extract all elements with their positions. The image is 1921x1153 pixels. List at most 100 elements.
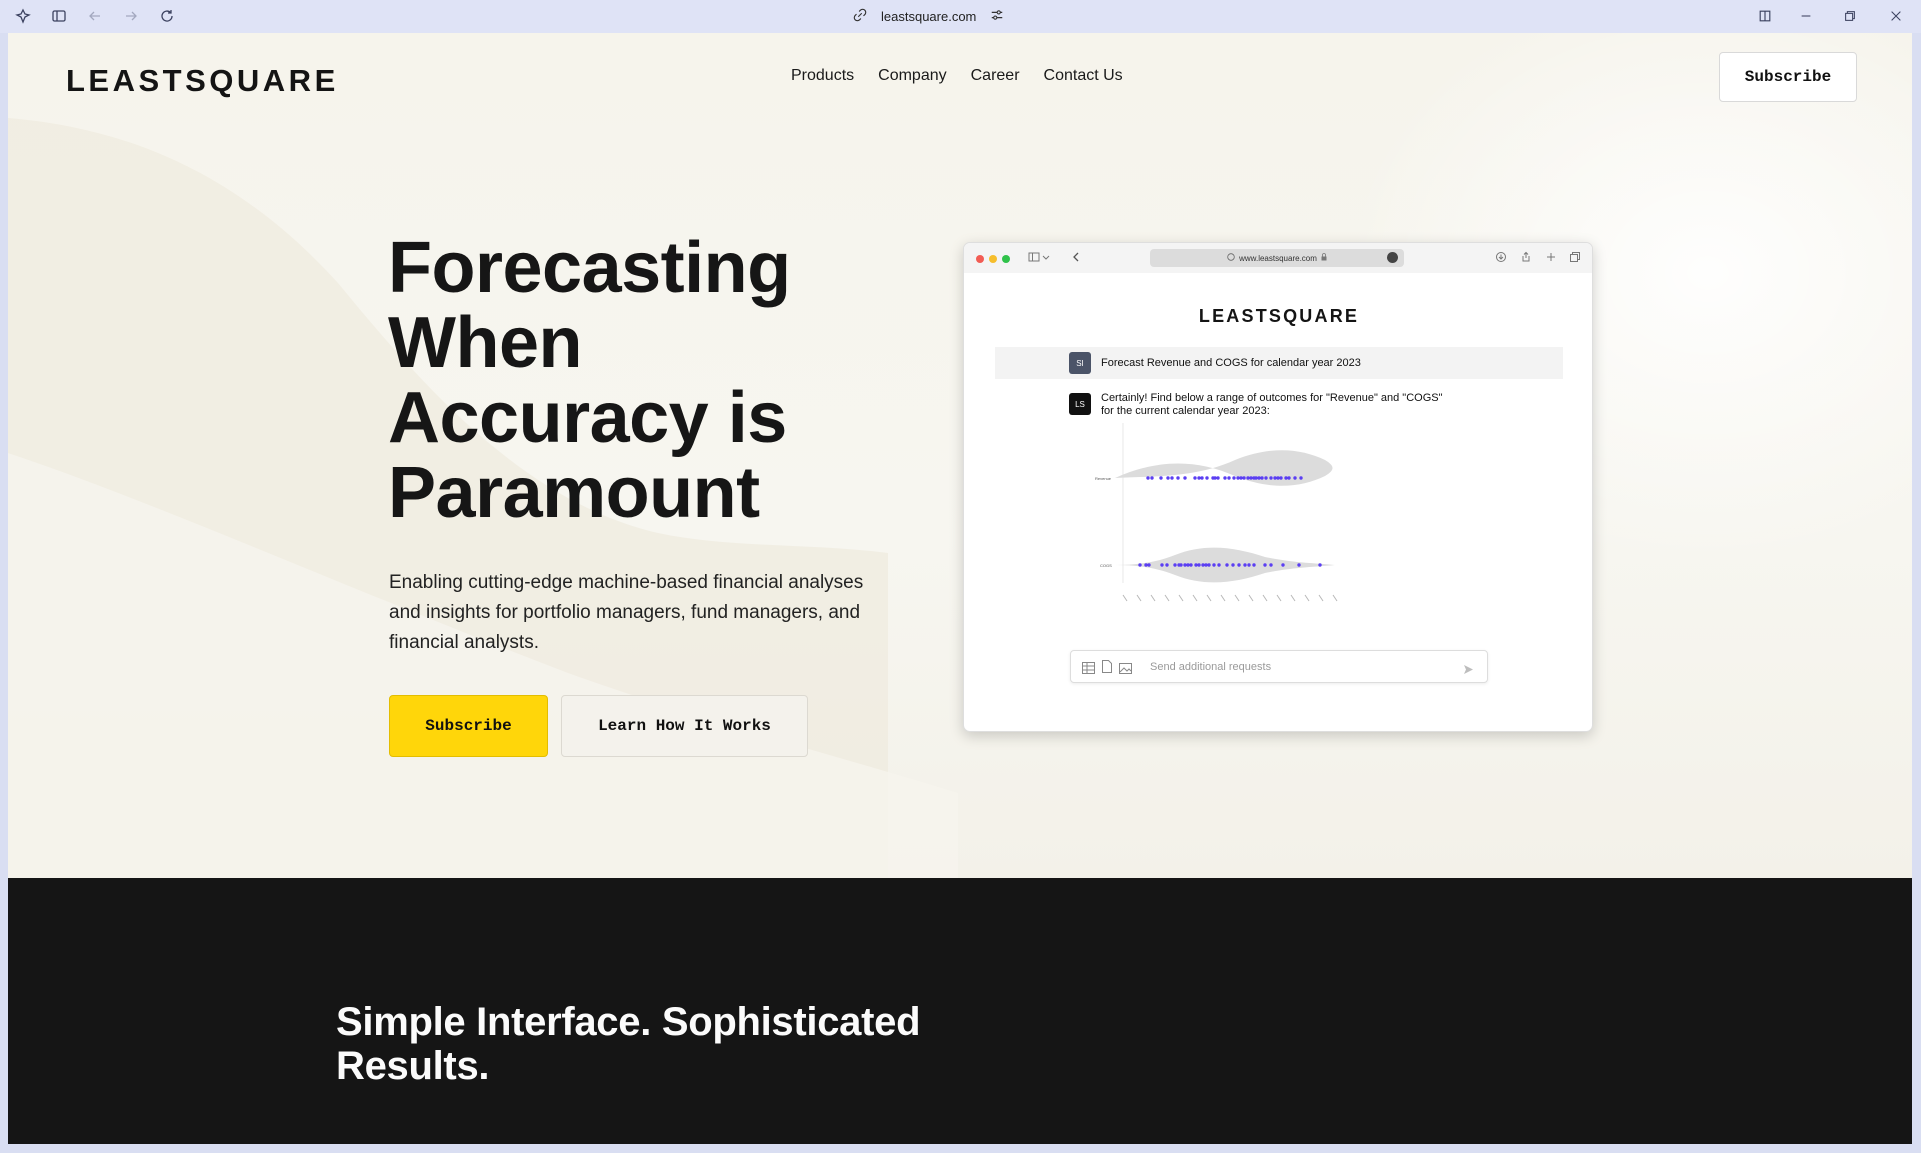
user-message-text: Forecast Revenue and COGS for calendar y… bbox=[1101, 357, 1361, 369]
browser-toolbar: leastsquare.com bbox=[0, 0, 1921, 33]
revenue-dot bbox=[1166, 476, 1170, 480]
split-view-icon[interactable] bbox=[1756, 7, 1774, 25]
cogs-dot bbox=[1263, 563, 1267, 567]
cogs-dot bbox=[1237, 563, 1241, 567]
revenue-dot bbox=[1170, 476, 1174, 480]
cogs-dot bbox=[1201, 563, 1205, 567]
site-settings-icon[interactable] bbox=[990, 8, 1004, 25]
revenue-row-label: Revenue bbox=[1095, 476, 1112, 481]
cogs-dot bbox=[1281, 563, 1285, 567]
request-input[interactable]: Send additional requests bbox=[1070, 650, 1488, 683]
revenue-dot bbox=[1293, 476, 1297, 480]
nav-products[interactable]: Products bbox=[791, 65, 854, 87]
table-icon[interactable] bbox=[1082, 661, 1095, 679]
revenue-dot bbox=[1232, 476, 1236, 480]
headline-line-2: When bbox=[388, 303, 582, 383]
x-ticks bbox=[1122, 594, 1338, 602]
headline-line-1: Forecasting bbox=[388, 228, 791, 308]
user-avatar: SI bbox=[1069, 352, 1091, 374]
x-tick-mark bbox=[1122, 594, 1128, 602]
restore-icon[interactable] bbox=[1841, 7, 1859, 25]
x-tick-mark bbox=[1290, 594, 1296, 602]
cogs-dot bbox=[1225, 563, 1229, 567]
section-heading-line-1: Simple Interface. Sophisticated bbox=[336, 1000, 921, 1044]
x-tick-mark bbox=[1136, 594, 1142, 602]
x-tick-mark bbox=[1164, 594, 1170, 602]
forward-icon[interactable] bbox=[122, 7, 140, 25]
cogs-dot bbox=[1269, 563, 1273, 567]
assistant-message-line-1: Certainly! Find below a range of outcome… bbox=[1101, 392, 1443, 404]
mock-url-text: www.leastsquare.com bbox=[1239, 253, 1317, 263]
send-icon[interactable] bbox=[1463, 662, 1474, 680]
mock-share-icon bbox=[1520, 251, 1532, 263]
revenue-dot bbox=[1260, 476, 1264, 480]
nav-career[interactable]: Career bbox=[971, 65, 1020, 87]
learn-how-it-works-button[interactable]: Learn How It Works bbox=[561, 695, 808, 757]
revenue-dot bbox=[1284, 476, 1288, 480]
revenue-dot bbox=[1279, 476, 1283, 480]
revenue-dot bbox=[1287, 476, 1291, 480]
mock-back-icon bbox=[1070, 251, 1082, 263]
image-icon[interactable] bbox=[1119, 661, 1132, 679]
mock-tabs-icon bbox=[1569, 251, 1581, 263]
app-menu-icon[interactable] bbox=[14, 7, 32, 25]
minimize-icon[interactable] bbox=[1797, 7, 1815, 25]
hero-description: Enabling cutting-edge machine-based fina… bbox=[389, 572, 864, 653]
cogs-dot bbox=[1252, 563, 1256, 567]
cogs-dot bbox=[1186, 563, 1190, 567]
cogs-dot bbox=[1194, 563, 1198, 567]
revenue-dot bbox=[1246, 476, 1250, 480]
revenue-dot bbox=[1150, 476, 1154, 480]
revenue-dot bbox=[1159, 476, 1163, 480]
site-logo[interactable]: LEASTSQUARE bbox=[66, 63, 339, 99]
revenue-dot bbox=[1249, 476, 1253, 480]
x-tick-mark bbox=[1220, 594, 1226, 602]
reload-icon[interactable] bbox=[158, 7, 176, 25]
sidebar-icon[interactable] bbox=[50, 7, 68, 25]
document-icon[interactable] bbox=[1102, 660, 1112, 678]
cogs-dot bbox=[1189, 563, 1193, 567]
cogs-dot bbox=[1247, 563, 1251, 567]
request-input-placeholder: Send additional requests bbox=[1150, 661, 1272, 673]
cogs-dot bbox=[1217, 563, 1221, 567]
mock-chevron-down-icon bbox=[1040, 251, 1052, 263]
features-section: Simple Interface. Sophisticated Results. bbox=[8, 878, 1912, 1144]
mock-new-tab-icon bbox=[1545, 251, 1557, 263]
hero-subscribe-button[interactable]: Subscribe bbox=[389, 695, 548, 757]
address-bar[interactable]: leastsquare.com bbox=[853, 6, 1004, 26]
hero-headline: Forecasting When Accuracy is Paramount bbox=[388, 231, 858, 531]
cogs-dot bbox=[1207, 563, 1211, 567]
cogs-dot bbox=[1318, 563, 1322, 567]
x-tick-mark bbox=[1262, 594, 1268, 602]
x-tick-mark bbox=[1178, 594, 1184, 602]
cogs-dot bbox=[1173, 563, 1177, 567]
mock-minimize-dot bbox=[989, 255, 997, 263]
headline-line-4: Paramount bbox=[388, 453, 760, 533]
revenue-dot bbox=[1213, 476, 1217, 480]
revenue-dot bbox=[1236, 476, 1240, 480]
cogs-dot bbox=[1138, 563, 1142, 567]
back-icon[interactable] bbox=[86, 7, 104, 25]
revenue-dot bbox=[1264, 476, 1268, 480]
nav-company[interactable]: Company bbox=[878, 65, 946, 87]
revenue-dot bbox=[1146, 476, 1150, 480]
web-page: LEASTSQUARE Products Company Career Cont… bbox=[8, 33, 1912, 1144]
close-icon[interactable] bbox=[1887, 7, 1905, 25]
header-subscribe-button[interactable]: Subscribe bbox=[1719, 52, 1857, 102]
revenue-dot bbox=[1269, 476, 1273, 480]
nav-contact-us[interactable]: Contact Us bbox=[1044, 65, 1123, 87]
x-tick-mark bbox=[1332, 594, 1338, 602]
revenue-dot bbox=[1176, 476, 1180, 480]
cogs-dot bbox=[1243, 563, 1247, 567]
revenue-dot bbox=[1197, 476, 1201, 480]
mock-globe-icon bbox=[1227, 253, 1235, 263]
cogs-dot bbox=[1212, 563, 1216, 567]
link-icon bbox=[853, 8, 867, 25]
cogs-dot bbox=[1147, 563, 1151, 567]
mock-logo: LEASTSQUARE bbox=[1198, 306, 1360, 326]
mock-zoom-dot bbox=[1002, 255, 1010, 263]
revenue-dot bbox=[1273, 476, 1277, 480]
cogs-dot bbox=[1160, 563, 1164, 567]
violin-plot: Revenue COGS bbox=[1095, 423, 1338, 602]
product-screenshot: www.leastsquare.com LEASTSQUARE SI Forec… bbox=[963, 242, 1593, 732]
